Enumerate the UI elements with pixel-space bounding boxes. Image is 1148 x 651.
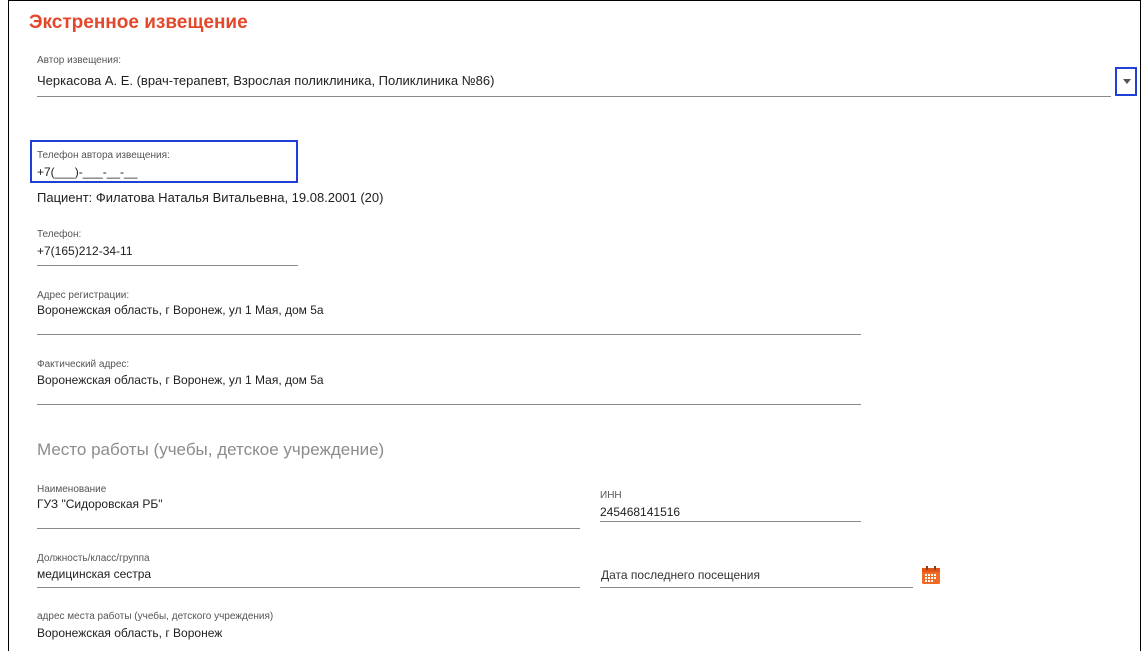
reg-address-underline (37, 334, 861, 335)
calendar-icon[interactable] (921, 566, 941, 585)
workplace-name-label: Наименование (37, 484, 107, 495)
form-frame (8, 0, 1141, 651)
author-phone-input[interactable]: +7(___)-___-__-__ (37, 165, 137, 179)
workplace-section-title: Место работы (учебы, детское учреждение) (37, 440, 385, 459)
author-select-underline (37, 96, 1111, 97)
actual-address-underline (37, 404, 861, 405)
author-phone-field[interactable]: Телефон автора извещения: +7(___)-___-__… (30, 140, 298, 183)
page-title: Экстренное извещение (29, 12, 248, 33)
inn-underline (600, 521, 861, 522)
reg-address-input[interactable]: Воронежская область, г Воронеж, ул 1 Мая… (37, 303, 324, 317)
workplace-name-input[interactable]: ГУЗ "Сидоровская РБ" (37, 497, 163, 511)
author-phone-label: Телефон автора извещения: (37, 150, 170, 161)
workplace-address-label: адрес места работы (учебы, детского учре… (37, 611, 274, 622)
last-visit-date-underline (600, 587, 913, 588)
last-visit-date-input[interactable]: Дата последнего посещения (601, 568, 760, 582)
position-input[interactable]: медицинская сестра (37, 567, 151, 581)
author-dropdown-button[interactable] (1115, 67, 1137, 96)
phone-underline (37, 265, 298, 266)
actual-address-input[interactable]: Воронежская область, г Воронеж, ул 1 Мая… (37, 373, 324, 387)
inn-label: ИНН (600, 490, 622, 501)
phone-label: Телефон: (37, 229, 82, 240)
author-select-value[interactable]: Черкасова А. Е. (врач-терапевт, Взрослая… (37, 73, 1112, 88)
actual-address-label: Фактический адрес: (37, 359, 130, 370)
phone-input[interactable]: +7(165)212-34-11 (37, 244, 133, 258)
workplace-name-underline (37, 528, 580, 529)
workplace-address-input[interactable]: Воронежская область, г Воронеж (37, 626, 222, 640)
author-label: Автор извещения: (37, 55, 122, 66)
patient-info: Пациент: Филатова Наталья Витальевна, 19… (37, 190, 384, 205)
inn-input[interactable]: 245468141516 (600, 505, 680, 519)
reg-address-label: Адрес регистрации: (37, 290, 130, 301)
chevron-down-icon (1123, 79, 1131, 84)
position-underline (37, 587, 580, 588)
position-label: Должность/класс/группа (37, 553, 150, 564)
